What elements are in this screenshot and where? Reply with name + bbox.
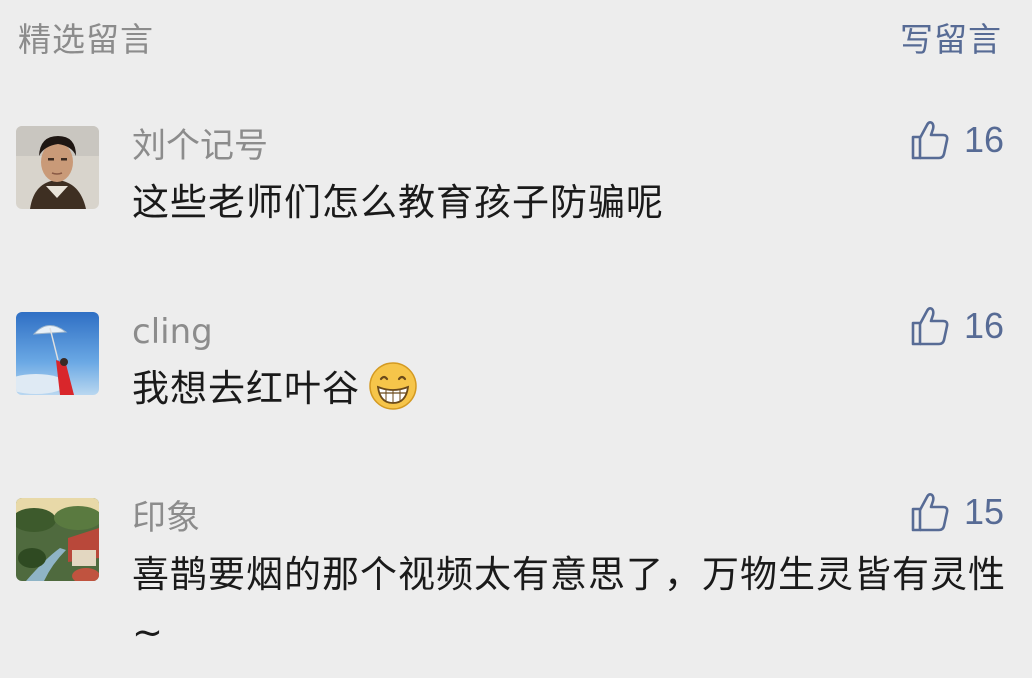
comment-nickname: 刘个记号: [132, 126, 268, 166]
comment-content: 这些老师们怎么教育孩子防骗呢: [132, 181, 664, 224]
avatar[interactable]: [16, 498, 99, 581]
like-button[interactable]: 15: [910, 488, 1004, 536]
like-count: 15: [963, 491, 1004, 532]
write-comment-button[interactable]: 写留言: [900, 18, 1002, 62]
comment-item: 印象 喜鹊要烟的那个视频太有意思了，万物生灵皆有灵性~ 15: [0, 491, 1032, 668]
thumbs-up-icon: [911, 121, 949, 160]
comment-content: 喜鹊要烟的那个视频太有意思了，万物生灵皆有灵性~: [132, 553, 1006, 654]
avatar[interactable]: [16, 126, 99, 209]
comment-content: 我想去红叶谷: [132, 360, 1012, 418]
comment-item: cling 我想去红叶谷 16: [0, 305, 1032, 432]
avatar[interactable]: [16, 312, 99, 395]
comment-text: 我想去红叶谷: [132, 367, 360, 410]
section-title: 精选留言: [18, 20, 154, 59]
comment-nickname: 印象: [132, 498, 200, 538]
like-button[interactable]: 16: [910, 302, 1004, 350]
thumbs-up-icon: [911, 493, 949, 532]
like-count: 16: [963, 305, 1004, 346]
grin-emoji-icon: [369, 362, 417, 410]
like-button[interactable]: 16: [910, 116, 1004, 164]
thumbs-up-icon: [911, 307, 949, 346]
like-count: 16: [963, 119, 1004, 160]
comment-item: 刘个记号 这些老师们怎么教育孩子防骗呢 16: [0, 119, 1032, 246]
comments-header: 精选留言 写留言: [0, 0, 1032, 80]
comment-nickname: cling: [132, 312, 213, 352]
